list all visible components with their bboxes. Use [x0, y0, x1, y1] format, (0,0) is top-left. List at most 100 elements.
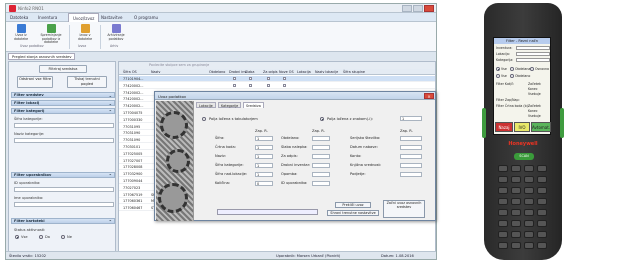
- keypad-key[interactable]: [498, 209, 508, 216]
- keypad-key[interactable]: [498, 187, 508, 194]
- keypad-key[interactable]: [511, 165, 521, 172]
- section-filter-lokacij[interactable]: Filter lokacij ⌄: [11, 100, 115, 106]
- start-import-button[interactable]: Začni uvoz osnovnih sredstev: [383, 200, 425, 218]
- keypad-key[interactable]: [537, 231, 547, 238]
- row-checkbox[interactable]: [233, 83, 236, 87]
- column-index-input[interactable]: [400, 136, 422, 141]
- device-lokacija-field[interactable]: [516, 52, 550, 56]
- row-checkbox[interactable]: [233, 77, 236, 80]
- column-index-input[interactable]: [312, 136, 330, 141]
- column-index-input[interactable]: [312, 163, 330, 168]
- device-kategorija-field[interactable]: [516, 58, 550, 62]
- device-radio-vse2[interactable]: [496, 74, 500, 78]
- device-radio-osnovna[interactable]: [530, 67, 534, 71]
- column-header[interactable]: Naziv lokacije: [315, 70, 338, 74]
- archive-button[interactable]: Arhiviranje podatkov: [103, 24, 129, 41]
- keypad-key[interactable]: [498, 176, 508, 183]
- keypad-key[interactable]: [498, 231, 508, 238]
- keypad-key[interactable]: [524, 242, 534, 249]
- column-header[interactable]: Za odpis: [263, 70, 278, 74]
- tab-sredstva[interactable]: Sredstva: [243, 102, 264, 108]
- separator-input[interactable]: 1: [400, 116, 422, 121]
- column-index-input[interactable]: 0: [255, 181, 273, 186]
- menu-inventura[interactable]: Inventura: [38, 15, 57, 20]
- save-settings-button[interactable]: Shrani trenutne nastavitve: [327, 210, 379, 216]
- column-index-input[interactable]: [312, 181, 330, 186]
- column-header[interactable]: Obdelano: [209, 70, 225, 74]
- keypad-key[interactable]: [537, 176, 547, 183]
- column-index-input[interactable]: [312, 154, 330, 159]
- status-radio-ne[interactable]: [61, 235, 65, 239]
- close-button[interactable]: [424, 5, 434, 12]
- column-header[interactable]: Šifra OS: [123, 70, 137, 74]
- keypad-key[interactable]: [524, 165, 534, 172]
- keypad-key[interactable]: [511, 198, 521, 205]
- keypad-key[interactable]: [524, 176, 534, 183]
- column-header[interactable]: Slaba: [245, 70, 254, 74]
- column-index-input[interactable]: 1: [255, 136, 273, 141]
- minimize-button[interactable]: [402, 5, 412, 12]
- import-button[interactable]: Uvoz iz datoteke: [8, 24, 34, 41]
- remove-filters-button[interactable]: Odstrani vse filtre: [17, 76, 53, 88]
- column-index-input[interactable]: 1: [255, 172, 273, 177]
- device-radio-vse[interactable]: [496, 67, 500, 71]
- keypad-key[interactable]: [511, 209, 521, 216]
- section-filter-uporabnikov[interactable]: Filter uporabnikov ⌃: [11, 172, 115, 178]
- user-name-input[interactable]: [14, 202, 114, 207]
- row-checkbox[interactable]: [283, 83, 286, 87]
- menu-o-programu[interactable]: O programu: [134, 15, 158, 20]
- keypad-key[interactable]: [511, 231, 521, 238]
- keypad-key[interactable]: [511, 242, 521, 249]
- row-checkbox[interactable]: [283, 77, 286, 80]
- keypad-key[interactable]: [524, 198, 534, 205]
- keypad-key[interactable]: [498, 220, 508, 227]
- menu-uvoz-izvoz[interactable]: Uvoz/Izvoz: [68, 13, 100, 22]
- keypad-key[interactable]: [537, 198, 547, 205]
- status-radio-da[interactable]: [39, 235, 43, 239]
- device-nazaj-button[interactable]: Nazaj: [495, 122, 513, 132]
- keypad-key[interactable]: [524, 220, 534, 227]
- table-row[interactable]: 77101904...: [119, 76, 435, 82]
- section-filter-kartoteki[interactable]: Filter kartoteki ⌃: [11, 218, 115, 224]
- status-radio-vse[interactable]: [15, 235, 19, 239]
- menu-datoteka[interactable]: Datoteka: [10, 15, 28, 20]
- column-index-input[interactable]: [400, 163, 422, 168]
- keypad-key[interactable]: [537, 187, 547, 194]
- radio-char-separated[interactable]: [320, 117, 324, 121]
- print-view-button[interactable]: Tiskaj trenutni pogled: [67, 76, 107, 88]
- radio-tab-separated[interactable]: [202, 117, 206, 121]
- keypad-key[interactable]: [537, 165, 547, 172]
- filter-assets-button[interactable]: Filtriraj sredstva: [39, 65, 87, 73]
- column-index-input[interactable]: 1: [255, 145, 273, 150]
- menu-nastavitve[interactable]: Nastavitve: [101, 15, 122, 20]
- user-id-input[interactable]: [14, 187, 114, 192]
- keypad-key[interactable]: [498, 198, 508, 205]
- cancel-import-button[interactable]: Prekliči uvoz: [335, 202, 371, 208]
- table-row[interactable]: 77420002...: [119, 83, 435, 89]
- column-header[interactable]: Naziv: [151, 70, 160, 74]
- keypad-key[interactable]: [511, 176, 521, 183]
- row-checkbox[interactable]: [249, 83, 252, 87]
- category-name-input[interactable]: [14, 138, 114, 143]
- tab-pregled-stanja[interactable]: Pregled stanja osnovnih sredstev: [8, 53, 76, 60]
- device-radio-obdelana[interactable]: [510, 67, 514, 71]
- device-avtomat-button[interactable]: Avtomat.: [531, 122, 551, 132]
- device-radio-obdelano[interactable]: [510, 74, 514, 78]
- tab-lokacije[interactable]: Lokacije: [196, 102, 216, 108]
- column-index-input[interactable]: [312, 172, 330, 177]
- export-button[interactable]: Izvoz v datoteke: [72, 24, 98, 41]
- keypad-key[interactable]: [537, 220, 547, 227]
- device-scan-key[interactable]: SCAN: [514, 153, 534, 160]
- keypad-key[interactable]: [498, 242, 508, 249]
- dialog-close-button[interactable]: ×: [424, 93, 434, 99]
- column-header[interactable]: Šifra skupine: [343, 70, 365, 74]
- column-index-input[interactable]: 1: [255, 163, 273, 168]
- column-index-input[interactable]: [400, 145, 422, 150]
- keypad-key[interactable]: [537, 209, 547, 216]
- device-inventura-field[interactable]: [516, 46, 550, 50]
- keypad-key[interactable]: [511, 187, 521, 194]
- keypad-key[interactable]: [524, 231, 534, 238]
- column-header[interactable]: Lokacija: [297, 70, 311, 74]
- modify-from-file-button[interactable]: Spreminjanje podatkov iz datoteke: [36, 24, 66, 45]
- column-index-input[interactable]: 1: [255, 154, 273, 159]
